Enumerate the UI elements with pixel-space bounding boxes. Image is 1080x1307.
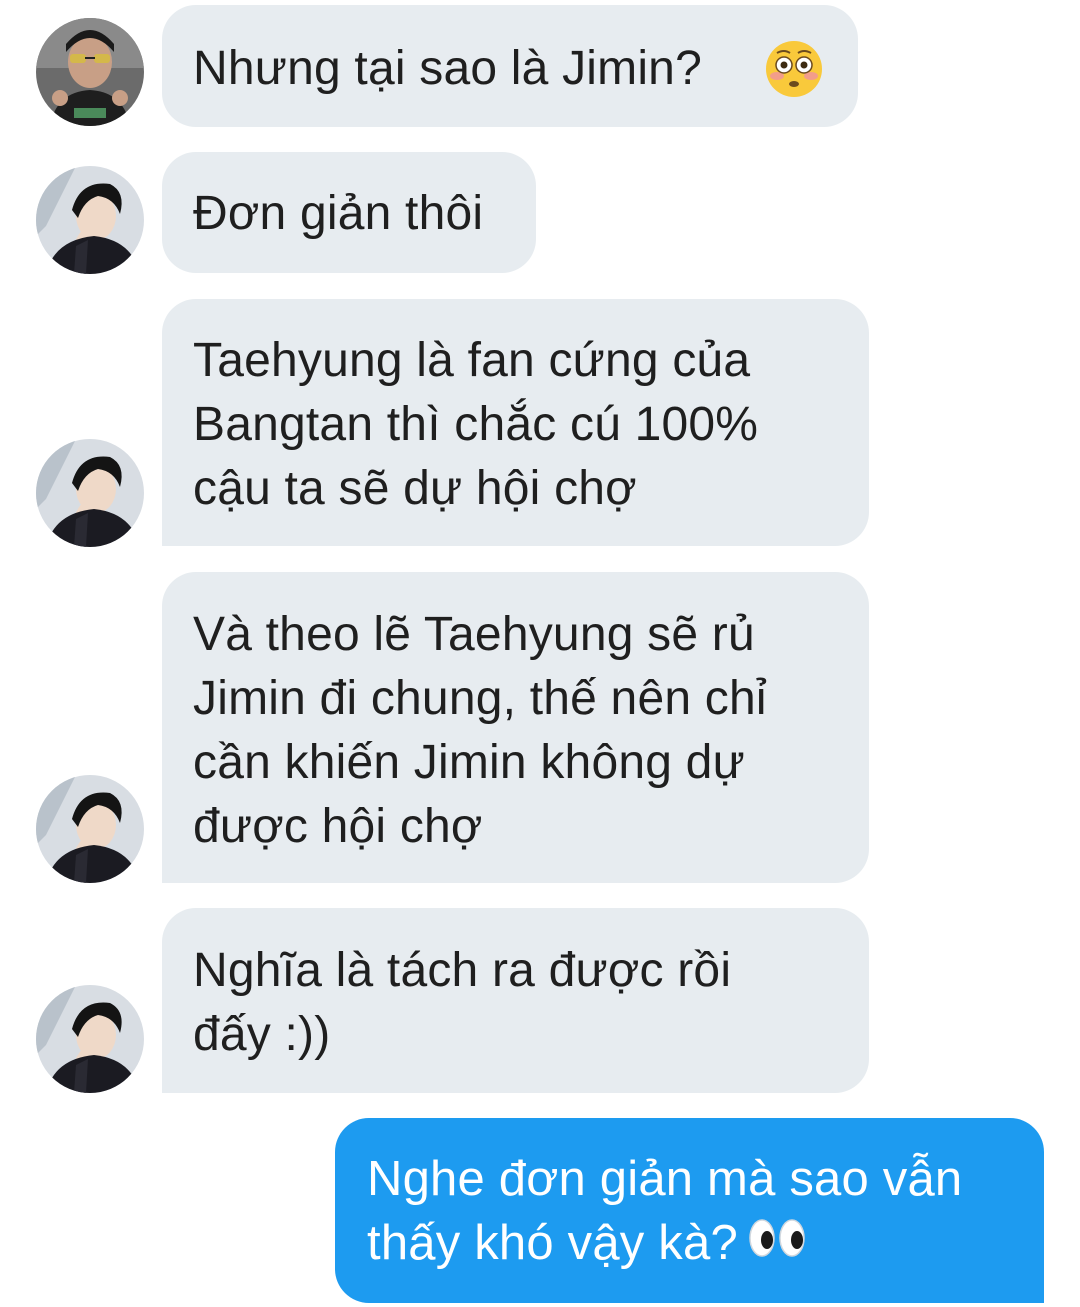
message-text-line: được hội chợ: [193, 800, 483, 853]
user-avatar-icon[interactable]: [36, 439, 144, 547]
message-text: Đơn giản thôi: [193, 187, 484, 240]
message-bubble[interactable]: Đơn giản thôi: [162, 152, 536, 273]
flushed-face-icon: [764, 39, 824, 116]
message-text-line: đấy :)): [193, 1008, 331, 1061]
user-avatar-icon[interactable]: [36, 775, 144, 883]
message-text-line: Taehyung là fan cứng của: [193, 334, 751, 387]
user-avatar-icon[interactable]: [36, 166, 144, 274]
user-avatar-icon[interactable]: [36, 18, 144, 126]
message-text-line: Nghe đơn giản mà sao vẫn: [367, 1152, 963, 1206]
message-text: thấy khó vậy kà?: [367, 1216, 738, 1270]
user-avatar-icon[interactable]: [36, 985, 144, 1093]
message-text-line: Jimin đi chung, thế nên chỉ: [193, 672, 767, 725]
message-text-line: cậu ta sẽ dự hội chợ: [193, 462, 637, 515]
message-bubble-outgoing[interactable]: Nghe đơn giản mà sao vẫn thấy khó vậy kà…: [335, 1118, 1044, 1303]
message-text-line: cần khiến Jimin không dự: [193, 736, 745, 789]
message-text: Nhưng tại sao là Jimin?: [193, 42, 702, 95]
message-text-line: Nghĩa là tách ra được rồi: [193, 944, 732, 997]
eyes-icon: [748, 1210, 806, 1274]
message-text-line: Và theo lẽ Taehyung sẽ rủ: [193, 608, 755, 661]
message-text-line: Bangtan thì chắc cú 100%: [193, 398, 759, 451]
message-bubble[interactable]: Nhưng tại sao là Jimin?: [162, 5, 858, 127]
message-text-line: thấy khó vậy kà?: [367, 1211, 1044, 1278]
message-bubble[interactable]: Và theo lẽ Taehyung sẽ rủ Jimin đi chung…: [162, 572, 869, 883]
message-bubble[interactable]: Taehyung là fan cứng của Bangtan thì chắ…: [162, 299, 869, 546]
message-bubble[interactable]: Nghĩa là tách ra được rồi đấy :)): [162, 908, 869, 1093]
